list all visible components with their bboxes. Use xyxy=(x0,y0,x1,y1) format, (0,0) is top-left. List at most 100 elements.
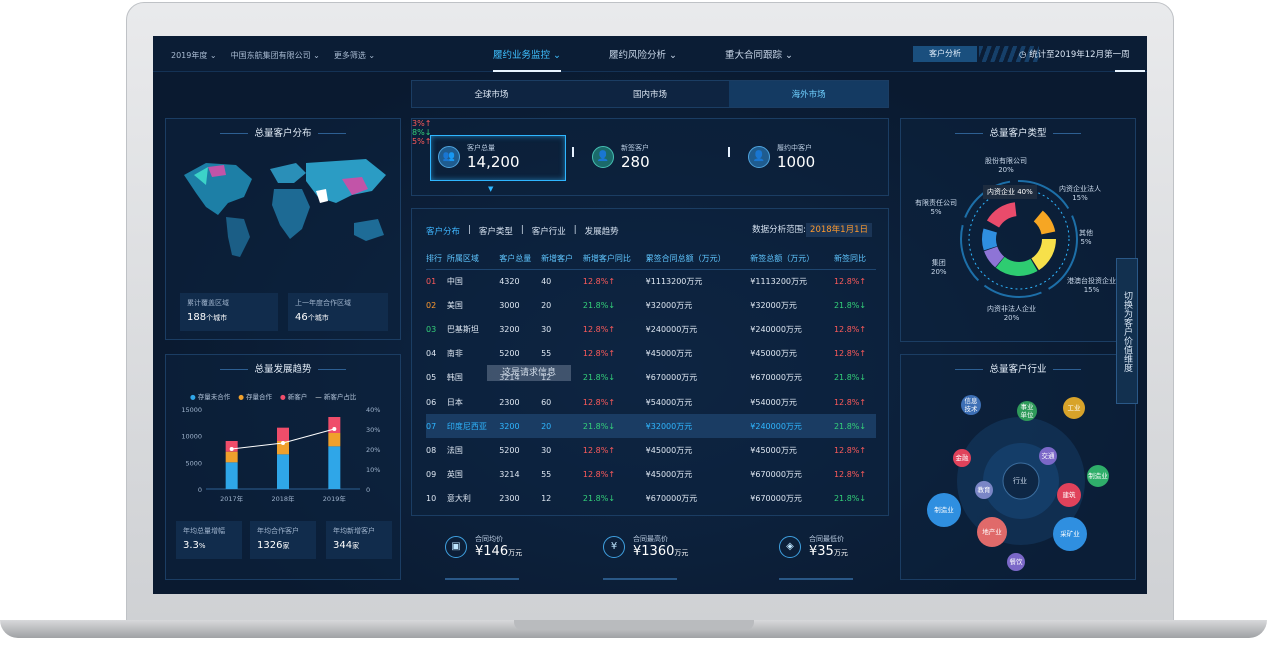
y-tick-label: 0 xyxy=(198,486,202,494)
table-cell: 12.8%↑ xyxy=(582,397,616,407)
x-tick-label: 2017年 xyxy=(220,494,244,503)
industry-bubble[interactable]: 信息 技术 xyxy=(961,395,981,415)
table-row[interactable]: 06 日本 2300 60 12.8%↑ ¥54000万元 ¥54000万元 12.8%↑ xyxy=(426,390,876,414)
tab-customer-distribution[interactable]: 客户分布 xyxy=(426,225,460,237)
table-cell: 12.8%↑ xyxy=(833,276,867,286)
industry-bubble[interactable]: 事业 单位 xyxy=(1017,401,1037,421)
table-cell: 06 xyxy=(426,397,437,407)
table-body: 01 中国 4320 40 12.8%↑ ¥1113200万元 ¥1113200万元 12.8… xyxy=(426,269,876,511)
table-header-cell: 新增客户 xyxy=(541,249,583,270)
tab-customer-type[interactable]: 客户类型 xyxy=(479,225,513,237)
industry-bubble[interactable]: 制造业 xyxy=(1087,465,1109,487)
table-cell: 12.8%↑ xyxy=(833,470,867,480)
table-cell: 12.8%↑ xyxy=(833,445,867,455)
switch-value-dimension-tab[interactable]: 切换为客户价值维度 xyxy=(1116,258,1138,404)
avg-growth-box: 年均总量增幅 3.3% xyxy=(176,521,242,559)
table-cell: 12.8%↑ xyxy=(582,324,616,334)
industry-bubble[interactable]: 采矿业 xyxy=(1053,517,1087,551)
stat-number: ¥35 xyxy=(809,544,834,559)
table-cell: 12.8%↑ xyxy=(582,276,616,286)
panel-title: 总量发展趋势 xyxy=(166,361,400,375)
industry-bubble[interactable]: 建筑 xyxy=(1057,483,1081,507)
analysis-range: 数据分析范围: 2018年1月1日 xyxy=(752,223,872,237)
kpi-value: 1000 xyxy=(777,153,816,171)
tab-trend[interactable]: 发展趋势 xyxy=(585,225,619,237)
avg-growth-unit: % xyxy=(198,542,206,550)
users-icon: 👥 xyxy=(438,146,460,168)
table-header-cell: 新签同比 xyxy=(833,249,876,270)
stat-label: 合同最低价 xyxy=(809,535,844,543)
nav-contract-tracking[interactable]: 重大合同跟踪 ⌄ xyxy=(725,47,793,72)
table-cell: 04 xyxy=(426,349,437,359)
avg-growth-value: 3.3% xyxy=(183,540,235,551)
dist-title-text: 总量客户分布 xyxy=(254,128,312,139)
filter-year[interactable]: 2019年度 ⌄ xyxy=(171,50,217,61)
industry-bubble[interactable]: 金融 xyxy=(953,449,971,467)
kpi-bar: ▼ 👥 客户总量 14,200 3%↑ 👤 新签客户 280 8%↓ 👤 履约中客户… xyxy=(411,118,889,196)
tab-overseas-market[interactable]: 海外市场 xyxy=(729,81,889,107)
table-header-cell: 客户总量 xyxy=(499,249,542,270)
table-row[interactable]: 07 印度尼西亚 3200 20 21.8%↓ ¥32000万元 ¥240000万元 21.8… xyxy=(426,414,876,439)
table-cell: 21.8%↓ xyxy=(833,414,876,439)
filter-group: 2019年度 ⌄ 中国东航集团有限公司 ⌄ 更多筛选 ⌄ xyxy=(171,50,375,61)
avg-new-label: 年均新增客户 xyxy=(333,527,375,535)
table-row[interactable]: 01 中国 4320 40 12.8%↑ ¥1113200万元 ¥1113200万元 12.8… xyxy=(426,269,876,293)
table-row[interactable]: 08 法国 5200 30 12.8%↑ ¥45000万元 ¥45000万元 12.8%↑ xyxy=(426,438,876,462)
table-cell: ¥240000万元 xyxy=(645,324,698,334)
stat-time-text: 统计至2019年12月第一周 xyxy=(1029,50,1130,60)
table-cell: 日本 xyxy=(446,397,463,407)
avg-coop-box: 年均合作客户 1326家 xyxy=(250,521,316,559)
chart-legend: ● 存量未合作 ● 存量合作 ● 新客户 — 新客户占比 xyxy=(190,391,356,401)
customer-analysis-button[interactable]: 客户分析 xyxy=(913,46,977,62)
table-cell: 南非 xyxy=(446,349,463,359)
table-cell: 30 xyxy=(541,445,552,455)
industry-bubble[interactable]: 餐饮 xyxy=(1007,553,1025,571)
table-cell: ¥32000万元 xyxy=(645,414,751,439)
kpi-active-customers[interactable]: 👤 履约中客户 1000 xyxy=(748,135,815,179)
y-tick-label: 15000 xyxy=(181,406,202,414)
industry-bubble[interactable]: 交通 xyxy=(1039,447,1057,465)
industry-bubble[interactable]: 教育 xyxy=(975,481,993,499)
contract-icon: ▣ xyxy=(445,535,467,558)
table-cell: 55 xyxy=(541,349,552,359)
industry-bubble[interactable]: 工业 xyxy=(1063,397,1085,419)
industry-bubble[interactable]: 制造业 xyxy=(927,493,961,527)
table-row[interactable]: 10 意大利 2300 12 21.8%↓ ¥670000万元 ¥670000万元 21.8%… xyxy=(426,487,876,511)
table-header-cell: 排行 xyxy=(426,249,447,270)
table-cell: ¥45000万元 xyxy=(645,445,693,455)
stat-label: 合同均价 xyxy=(475,535,503,543)
table-row[interactable]: 04 南非 5200 55 12.8%↑ ¥45000万元 ¥45000万元 12.8%↑ xyxy=(426,342,876,366)
table-cell: 21.8%↓ xyxy=(582,414,646,439)
table-row[interactable]: 03 巴基斯坦 3200 30 12.8%↑ ¥240000万元 ¥240000万元 12.8… xyxy=(426,317,876,341)
laptop-notch xyxy=(514,620,754,630)
kpi-change: 3%↑ xyxy=(412,119,432,128)
panel-title: 总量客户行业 xyxy=(901,361,1135,375)
table-row[interactable]: 02 美国 3000 20 21.8%↓ ¥32000万元 ¥32000万元 21.8%↓ xyxy=(426,293,876,317)
legend-item: ● 新客户 xyxy=(280,393,308,401)
table-cell: 55 xyxy=(541,470,552,480)
type-label: 有限责任公司 5% xyxy=(915,199,957,216)
nav-risk-analysis[interactable]: 履约风险分析 ⌄ xyxy=(609,47,677,72)
industry-bubble[interactable]: 地产业 xyxy=(977,517,1007,547)
stat-underline xyxy=(603,578,677,580)
stat-unit: 万元 xyxy=(508,549,523,557)
tab-customer-industry[interactable]: 客户行业 xyxy=(532,225,566,237)
table-cell: 60 xyxy=(541,397,552,407)
table-cell: ¥45000万元 xyxy=(750,349,797,359)
range-date[interactable]: 2018年1月1日 xyxy=(806,223,872,237)
kpi-new-customers[interactable]: 👤 新签客户 280 xyxy=(592,135,650,179)
range-label: 数据分析范围: xyxy=(752,225,807,235)
type-tooltip: 内资企业 40% xyxy=(983,185,1037,199)
table-row[interactable]: 09 英国 3214 55 12.8%↑ ¥45000万元 ¥670000万元 12.8%↑ xyxy=(426,463,876,487)
table-cell: 5200 xyxy=(499,349,520,359)
tab-global-market[interactable]: 全球市场 xyxy=(412,81,571,107)
nav-performance-monitor[interactable]: 履约业务监控 ⌄ xyxy=(493,47,561,72)
kpi-total-customers[interactable]: 👥 客户总量 14,200 xyxy=(438,135,520,179)
filter-more[interactable]: 更多筛选 ⌄ xyxy=(334,50,375,61)
table-cell: ¥54000万元 xyxy=(645,397,693,407)
table-cell: 3214 xyxy=(499,470,520,480)
user-add-icon: 👤 xyxy=(592,146,614,168)
stat-number: ¥1360 xyxy=(633,544,675,559)
filter-company[interactable]: 中国东航集团有限公司 ⌄ xyxy=(231,50,320,61)
tab-domestic-market[interactable]: 国内市场 xyxy=(570,81,730,107)
